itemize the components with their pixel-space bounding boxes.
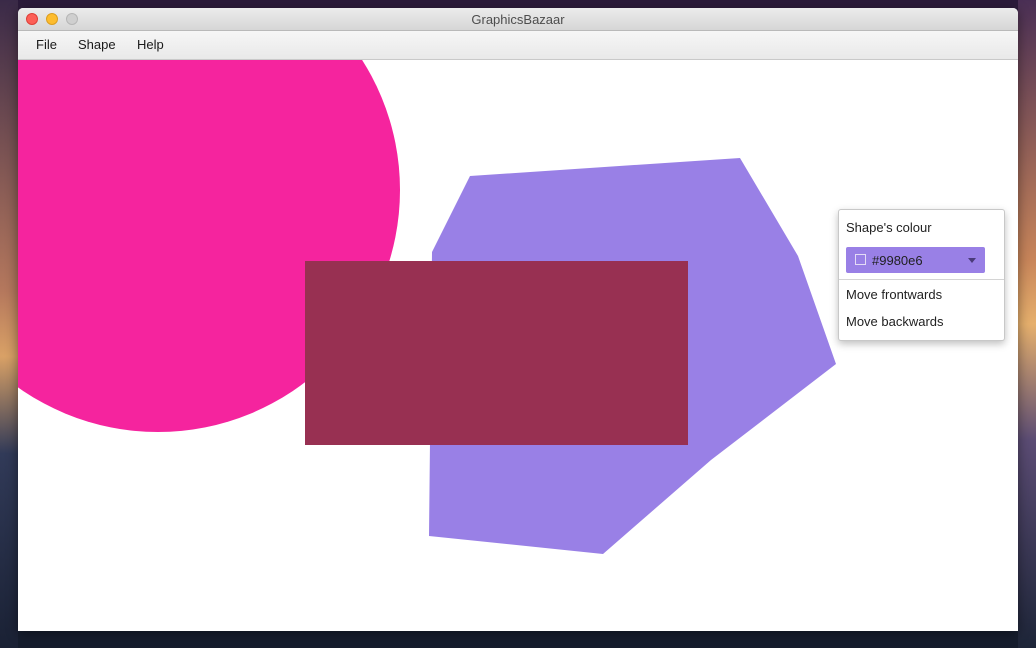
canvas-svg[interactable] <box>18 60 1018 631</box>
shape-colour-label: Shape's colour <box>846 220 932 235</box>
colour-value: #9980e6 <box>872 253 923 268</box>
title-bar[interactable]: GraphicsBazaar <box>18 8 1018 31</box>
menu-file[interactable]: File <box>36 37 57 52</box>
move-frontwards-item[interactable]: Move frontwards <box>846 287 942 302</box>
menu-help[interactable]: Help <box>137 37 164 52</box>
move-backwards-item[interactable]: Move backwards <box>846 314 944 329</box>
window-title: GraphicsBazaar <box>471 12 565 27</box>
chevron-down-icon <box>968 258 976 263</box>
menu-shape[interactable]: Shape <box>78 37 116 52</box>
app-window: GraphicsBazaar File Shape Help Shape's c… <box>18 8 1018 631</box>
drawing-canvas[interactable]: Shape's colour #9980e6 Move frontwards M… <box>18 60 1018 631</box>
menu-bar: File Shape Help <box>18 31 1018 60</box>
shape-rectangle[interactable] <box>305 261 688 445</box>
colour-swatch <box>855 254 866 265</box>
shape-context-menu: Shape's colour #9980e6 Move frontwards M… <box>838 209 1005 341</box>
menu-separator <box>839 279 1004 280</box>
desktop-background-right <box>1018 0 1036 648</box>
shape-colour-picker[interactable]: #9980e6 <box>846 247 985 273</box>
desktop-background <box>0 0 18 648</box>
